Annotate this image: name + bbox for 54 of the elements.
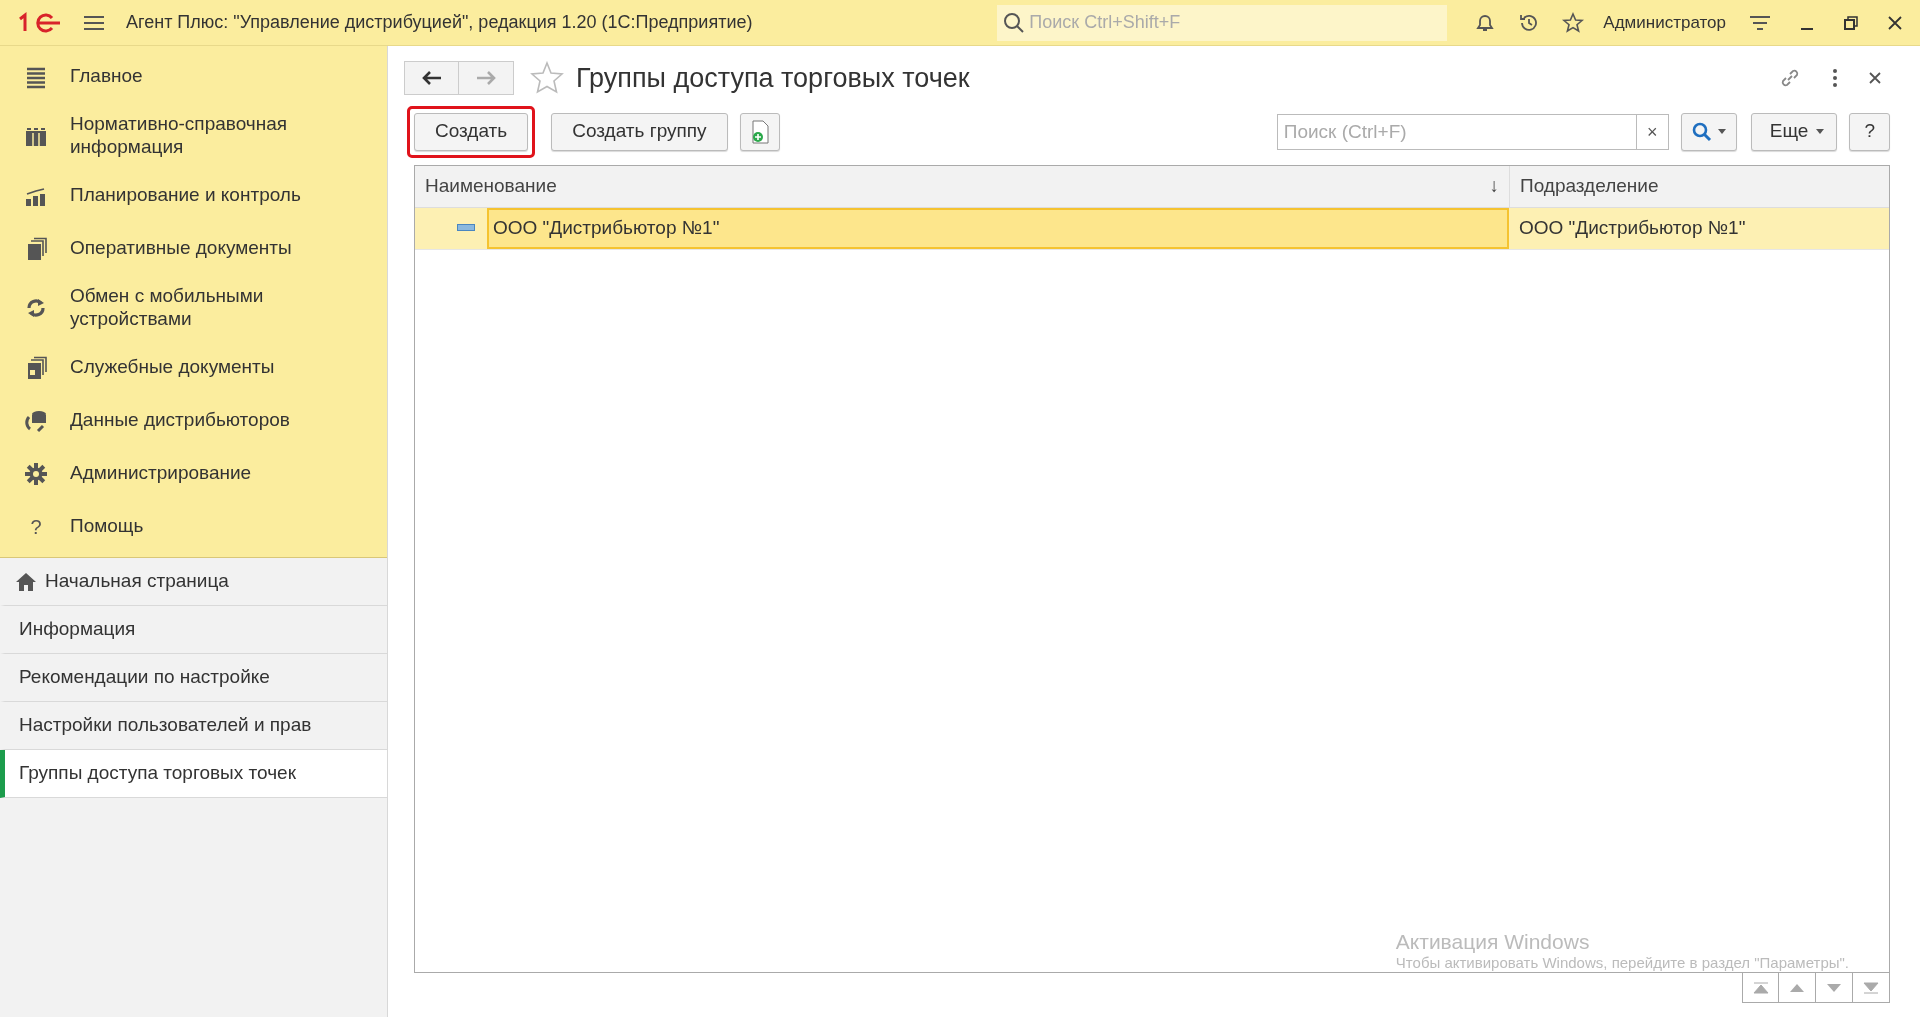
table-cell: ООО "Дистрибьютор №1" [487,207,1509,249]
database-icon [24,408,48,433]
star-icon[interactable] [530,61,564,96]
section-link[interactable]: Нормативно-справочная информация [70,113,367,159]
clear-button[interactable]: × [1636,113,1669,150]
section-link[interactable]: Главное [70,65,143,88]
logo-icon [16,10,62,35]
search-field[interactable]: Поиск (Ctrl+F) [1276,113,1637,150]
toolbar-button[interactable]: Создать [414,112,529,151]
restore-icon[interactable] [1842,13,1860,32]
search-icon [1691,121,1712,142]
help-icon: ? [30,514,42,539]
section-link[interactable]: Служебные документы [70,356,275,379]
open-window-tab[interactable]: Начальная страница [0,558,387,606]
open-window-tab[interactable]: Информация [0,606,387,654]
add-document-button[interactable] [739,112,780,151]
star-icon[interactable] [1561,10,1586,35]
back-button[interactable] [404,61,459,96]
table-cell-text: ООО "Дистрибьютор №1" [1518,215,1747,240]
scroll-top-icon [1751,980,1770,995]
section-link[interactable]: Планирование и контроль [70,184,301,207]
user-name[interactable]: Администратор [1603,9,1726,36]
more-vertical-icon[interactable] [1832,68,1838,89]
gear-icon [24,461,48,486]
activation-watermark-text: Чтобы активировать Windows, перейдите в раздел "Параметры". [1395,954,1849,972]
window-title: Агент Плюс: "Управление дистрибуцией", редакция 1.20 (1С:Предприятие) [126,11,753,34]
close-icon[interactable] [1868,71,1882,86]
arrow-right-icon [475,70,497,87]
open-window-tab[interactable]: Группы доступа торговых точек [0,750,387,798]
document-plus-icon [750,120,769,145]
arrow-left-icon [420,70,443,87]
search-icon [1003,11,1026,34]
toolbar-button[interactable]: Создать группу [551,112,728,151]
open-window-tab[interactable]: Рекомендации по настройке [0,654,387,702]
column-header[interactable]: Наименование [425,171,1490,201]
form-title: Группы доступа торговых точек [576,62,970,95]
section-link[interactable]: Оперативные документы [70,237,292,260]
section-link[interactable]: Обмен с мобильными устройствами [70,285,367,331]
close-icon[interactable] [1886,13,1904,32]
section-link[interactable]: Данные дистрибьюторов [70,409,290,432]
help-button[interactable]: ? [1849,112,1890,151]
caret-icon [1717,129,1726,134]
search-field[interactable]: Поиск Ctrl+Shift+F [997,4,1448,41]
section-link[interactable]: Помощь [70,515,144,538]
scroll-bottom-icon [1862,980,1880,995]
activation-watermark-title: Активация Windows [1395,928,1591,954]
more-button[interactable]: Еще [1750,112,1838,151]
column-header[interactable]: Подразделение [1509,165,1889,207]
sort-indicator: ↓ [1489,173,1499,198]
caret-icon [1816,129,1825,134]
refresh-icon [24,296,48,320]
element-icon [457,224,475,232]
section-link[interactable]: Администрирование [70,462,252,485]
search-button[interactable] [1680,112,1737,151]
